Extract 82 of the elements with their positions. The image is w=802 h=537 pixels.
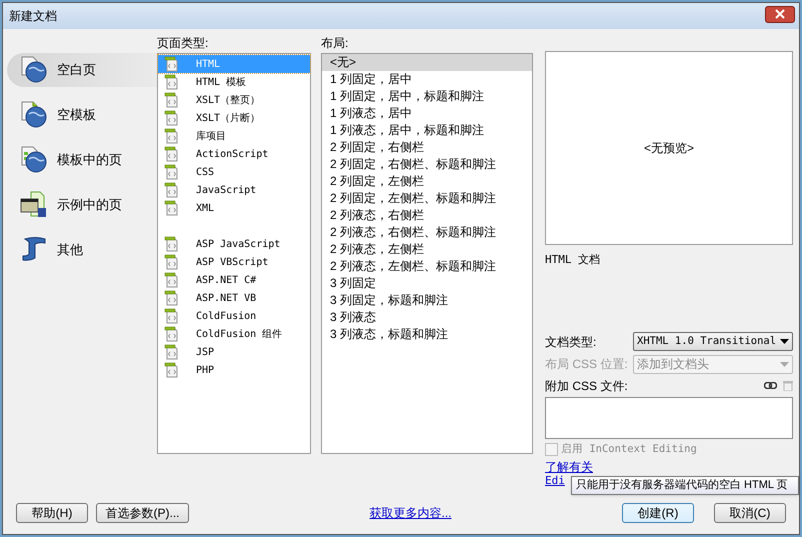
preferences-button[interactable]: 首选参数(P)... xyxy=(96,503,189,523)
page-type-heading: 页面类型: xyxy=(157,35,210,51)
layout-css-label: 布局 CSS 位置: xyxy=(545,356,628,373)
layout-item[interactable]: 3 列液态 xyxy=(322,309,532,326)
layout-item[interactable]: <无> xyxy=(322,54,532,71)
help-button[interactable]: 帮助(H) xyxy=(16,503,88,523)
css-file-list[interactable] xyxy=(545,396,793,438)
file-icon xyxy=(164,146,180,162)
page-type-item[interactable]: XSLT（整页） xyxy=(158,91,310,109)
page-type-item[interactable]: ASP.NET VB xyxy=(158,289,310,307)
caret-icon xyxy=(780,362,789,366)
page-type-item[interactable]: JSP xyxy=(158,343,310,361)
page-type-item[interactable]: ASP VBScript xyxy=(158,253,310,271)
preview-text: <无预览> xyxy=(644,140,694,157)
window-title: 新建文档 xyxy=(9,8,57,25)
preview-description: HTML 文档 xyxy=(545,252,602,268)
page-type-item[interactable]: HTML 模板 xyxy=(158,73,310,91)
category-item[interactable]: 示例中的页 xyxy=(7,188,157,222)
page-type-item[interactable]: CSS xyxy=(158,163,310,181)
page-type-item[interactable]: XSLT（片断） xyxy=(158,109,310,127)
page-type-item[interactable]: ASP.NET C# xyxy=(158,271,310,289)
page-type-item[interactable]: ColdFusion 组件 xyxy=(158,325,310,343)
page-type-item[interactable]: 库项目 xyxy=(158,127,310,145)
layout-item[interactable]: 1 列固定，居中，标题和脚注 xyxy=(322,88,532,105)
page-type-item[interactable]: XML xyxy=(158,199,310,217)
attach-css-label: 附加 CSS 文件: xyxy=(545,378,628,394)
file-icon xyxy=(164,200,180,216)
category-item[interactable]: 其他 xyxy=(7,233,157,267)
layout-item[interactable]: 3 列固定，标题和脚注 xyxy=(322,292,532,309)
layout-item[interactable]: 2 列液态，左侧栏、标题和脚注 xyxy=(322,258,532,275)
link-icon[interactable] xyxy=(764,382,777,389)
file-icon xyxy=(164,74,180,90)
create-button[interactable]: 创建(R) xyxy=(622,503,694,523)
page-globe-icon xyxy=(19,55,49,85)
close-icon xyxy=(775,9,785,19)
layout-item[interactable]: 2 列液态，左侧栏 xyxy=(322,241,532,258)
cancel-button[interactable]: 取消(C) xyxy=(714,503,786,523)
file-icon xyxy=(164,164,180,180)
file-icon xyxy=(164,110,180,126)
close-button[interactable] xyxy=(765,6,795,22)
layout-item[interactable]: 2 列液态，右侧栏 xyxy=(322,207,532,224)
layout-item[interactable]: 1 列固定，居中 xyxy=(322,71,532,88)
layout-item[interactable]: 2 列固定，左侧栏、标题和脚注 xyxy=(322,190,532,207)
layout-heading: 布局: xyxy=(321,35,350,51)
learn-more-link[interactable]: Edi xyxy=(545,474,565,488)
file-icon xyxy=(164,308,180,324)
doctype-label: 文档类型: xyxy=(545,334,596,350)
file-icon xyxy=(164,326,180,342)
page-type-item[interactable]: PHP xyxy=(158,361,310,379)
page-type-item[interactable]: ASP JavaScript xyxy=(158,235,310,253)
file-icon xyxy=(164,236,180,252)
more-content-link[interactable]: 获取更多内容... xyxy=(369,504,452,522)
layout-item[interactable]: 2 列固定，右侧栏、标题和脚注 xyxy=(322,156,532,173)
tooltip: 只能用于没有服务器端代码的空白 HTML 页 xyxy=(571,476,799,495)
category-item[interactable]: 模板中的页 xyxy=(7,143,157,177)
file-icon xyxy=(164,182,180,198)
file-icon xyxy=(164,254,180,270)
category-item[interactable]: 空模板 xyxy=(7,98,157,132)
layout-item[interactable]: 3 列固定 xyxy=(322,275,532,292)
layout-item[interactable]: 2 列液态，右侧栏、标题和脚注 xyxy=(322,224,532,241)
learn-more-link[interactable]: 了解有关 xyxy=(545,460,593,474)
page-globe-icon xyxy=(19,100,49,130)
file-icon xyxy=(164,272,180,288)
layout-item[interactable]: 1 列液态，居中 xyxy=(322,105,532,122)
page-type-item[interactable]: ActionScript xyxy=(158,145,310,163)
file-icon xyxy=(164,362,180,378)
page-type-item[interactable]: JavaScript xyxy=(158,181,310,199)
file-icon xyxy=(164,56,180,72)
file-icon xyxy=(164,344,180,360)
page-globe-icon xyxy=(19,145,49,175)
layout-item[interactable]: 2 列固定，左侧栏 xyxy=(322,173,532,190)
layout-item[interactable]: 1 列液态，居中，标题和脚注 xyxy=(322,122,532,139)
layout-item[interactable]: 3 列液态，标题和脚注 xyxy=(322,326,532,343)
caret-icon xyxy=(780,339,789,344)
file-icon xyxy=(164,128,180,144)
page-type-item[interactable]: ColdFusion xyxy=(158,307,310,325)
file-icon xyxy=(164,92,180,108)
layout-item[interactable]: 2 列固定，右侧栏 xyxy=(322,139,532,156)
window-page-icon xyxy=(19,190,49,220)
doctype-dropdown[interactable]: XHTML 1.0 Transitional xyxy=(633,332,793,351)
file-icon xyxy=(164,290,180,306)
category-item[interactable]: 空白页 xyxy=(7,53,157,87)
